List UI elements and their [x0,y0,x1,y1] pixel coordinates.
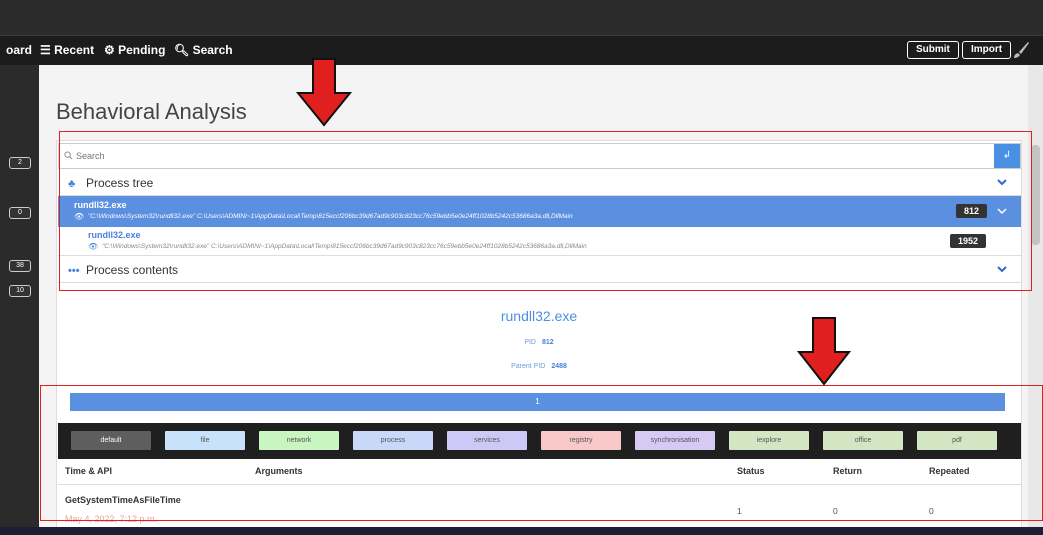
column-header: Return [833,466,862,476]
gears-icon: ⚙ [104,43,119,57]
process-row[interactable]: rundll32.exe 👁 "C:\Windows\System32\rund… [58,227,1021,256]
pid-value: 812 [541,339,554,346]
api-time: May 4, 2022, 7:12 p.m. [65,514,158,524]
search-icon [64,151,73,160]
process-tree-title: Process tree [86,176,154,190]
parent-pid-value[interactable]: 2488 [551,363,567,370]
chevron-down-icon[interactable] [997,177,1007,187]
pid-line: PID 812 [0,339,1043,346]
process-name: rundll32.exe [88,230,141,240]
submit-button[interactable]: Submit [907,41,959,59]
nav-recent-label: Recent [54,43,95,57]
process-tree-header[interactable]: ♣ Process tree [58,170,1021,196]
chevron-down-icon[interactable] [997,264,1007,274]
sidebar-badge[interactable]: 10 [9,285,31,297]
nav-dashboard[interactable]: oard [6,43,32,57]
category-filter-bar: default file network process services registr… [58,423,1021,459]
category-button-synchronisation[interactable]: synchronisation [635,431,715,450]
parent-pid-line: Parent PID 2488 [0,363,1043,370]
annotation-arrow-icon [797,317,851,386]
category-button-services[interactable]: services [447,431,527,450]
eye-icon[interactable]: 👁 [74,212,84,221]
pid-badge: 1952 [950,234,987,248]
category-button-network[interactable]: network [259,431,339,450]
table-divider [58,484,1021,485]
category-button-iexplore[interactable]: iexplore [729,431,809,450]
category-button-pdf[interactable]: pdf [917,431,997,450]
return-cell: 0 [833,506,838,516]
process-detail-name: rundll32.exe [500,308,578,324]
ellipsis-icon: ••• [68,265,80,277]
search-input[interactable] [76,147,976,165]
process-row[interactable]: rundll32.exe 👁 "C:\Windows\System32\rund… [58,196,1021,227]
window-top-strip [0,0,1043,36]
page-button[interactable]: 1 [70,393,1005,411]
pid-badge: 812 [956,204,988,218]
process-contents-title: Process contents [86,263,179,277]
api-name: GetSystemTimeAsFileTime [65,495,181,505]
search-submit-button[interactable]: ↲ [994,144,1020,168]
import-button[interactable]: Import [962,41,1012,59]
category-button-default[interactable]: default [71,431,151,450]
sidebar: 2 0 38 10 [0,65,39,535]
brush-icon[interactable] [1011,40,1031,60]
process-command-line: "C:\Windows\System32\rundll32.exe" C:\Us… [88,213,573,220]
nav-pending-label: Pending [118,43,166,57]
sidebar-badge[interactable]: 38 [9,260,31,272]
parent-pid-label: Parent PID [511,363,546,370]
navbar: oard ☰ Recent ⚙ Pending 🔍︎ Search Submit… [0,36,1043,65]
page-title: Behavioral Analysis [56,99,247,124]
taskbar [0,527,1043,535]
sidebar-badge[interactable]: 2 [9,157,31,169]
sitemap-icon: ♣ [68,178,76,190]
nav-pending[interactable]: ⚙ Pending [104,43,165,57]
nav-search-label: Search [192,43,233,57]
search-icon: 🔍︎ [174,43,193,57]
sidebar-badge[interactable]: 0 [9,207,31,219]
search-bar: ↲ [58,143,1021,169]
column-header: Time & API [65,466,113,476]
scrollbar-thumb[interactable] [1031,145,1040,245]
process-contents-header[interactable]: ••• Process contents [58,257,1021,283]
repeated-cell: 0 [929,506,934,516]
category-button-file[interactable]: file [165,431,245,450]
column-header: Status [737,466,765,476]
eye-icon[interactable]: 👁 [88,242,98,251]
nav-search[interactable]: 🔍︎ Search [174,43,233,57]
category-button-office[interactable]: office [823,431,903,450]
column-header: Repeated [929,466,970,476]
annotation-arrow-icon [296,58,352,127]
chevron-down-icon[interactable] [997,206,1007,216]
pid-label: PID [524,339,536,346]
column-header: Arguments [255,466,303,476]
category-button-process[interactable]: process [353,431,433,450]
scrollbar[interactable] [1028,65,1043,535]
category-button-registry[interactable]: registry [541,431,621,450]
status-cell: 1 [737,506,742,516]
process-command-line: "C:\Windows\System32\rundll32.exe" C:\Us… [102,243,587,250]
process-name: rundll32.exe [74,200,127,210]
list-icon: ☰ [40,43,55,57]
nav-recent[interactable]: ☰ Recent [40,43,94,57]
